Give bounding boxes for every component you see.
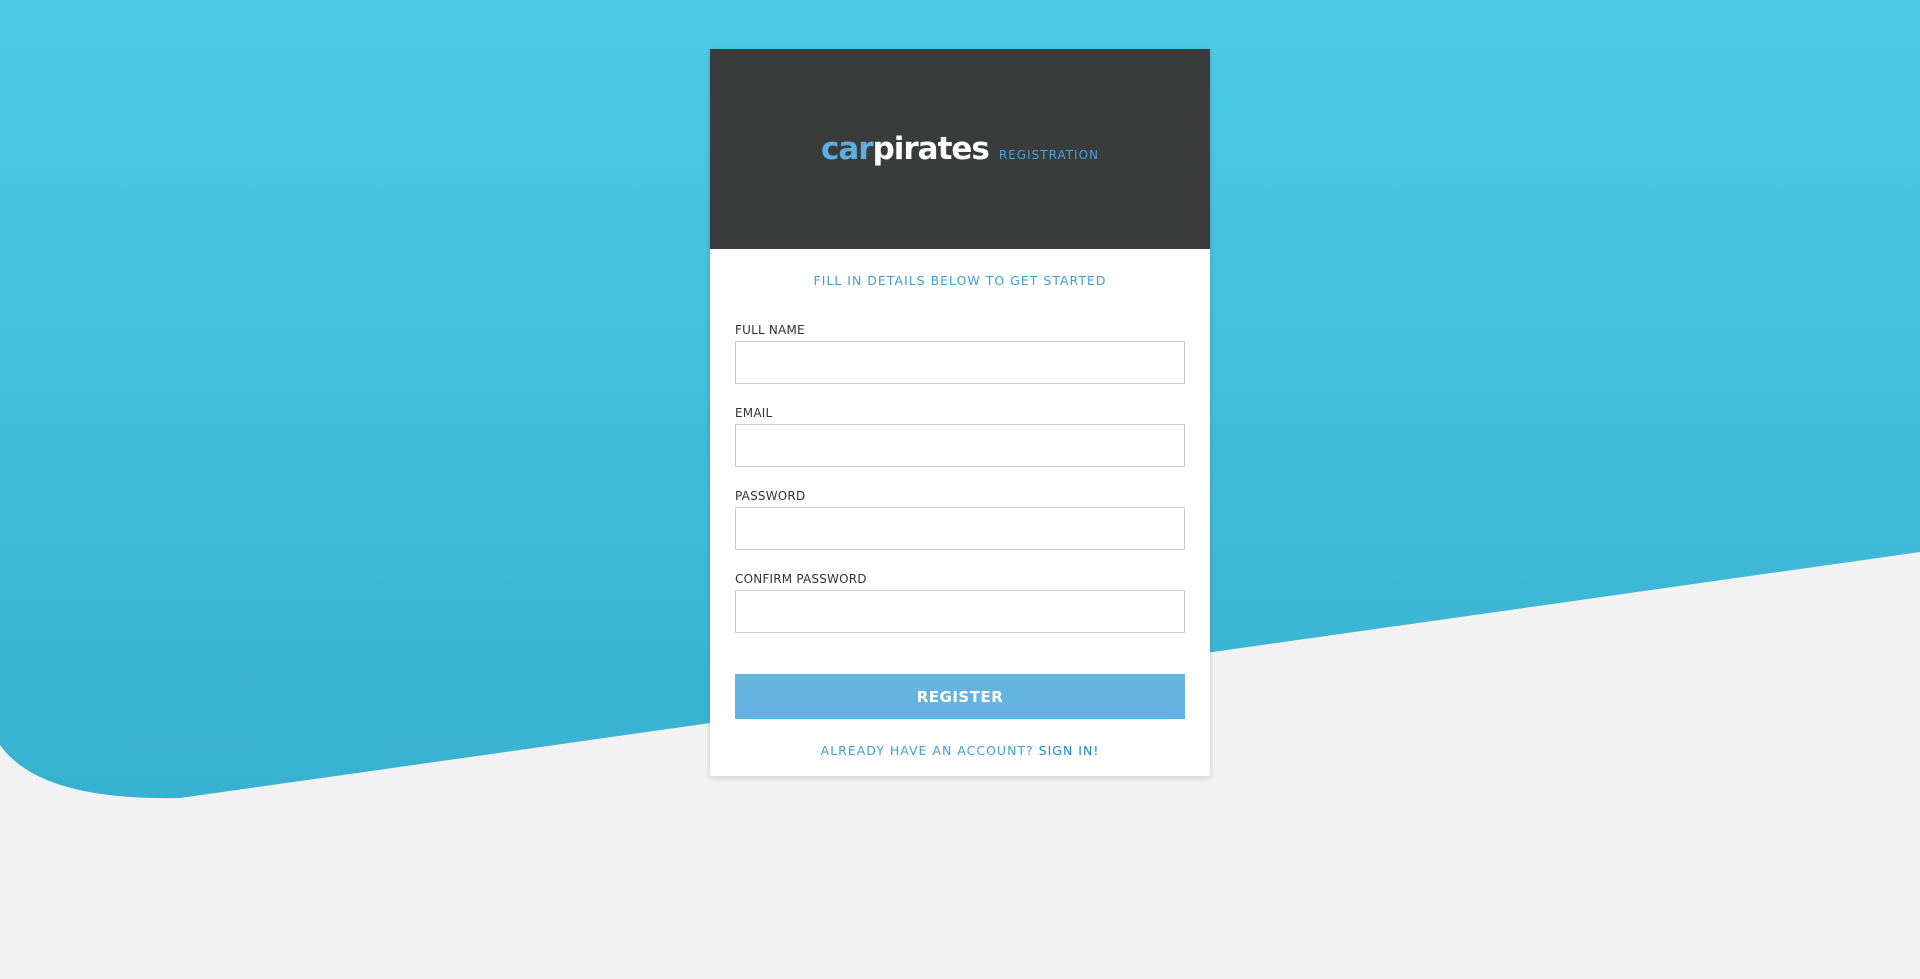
form-intro-text: FILL IN DETAILS BELOW TO GET STARTED — [813, 273, 1107, 288]
password-field-group: PASSWORD — [735, 489, 1185, 550]
confirm-password-input[interactable] — [735, 590, 1185, 633]
signin-prompt-text: ALREADY HAVE AN ACCOUNT? — [820, 743, 1039, 758]
confirm-password-label: CONFIRM PASSWORD — [735, 572, 867, 586]
signin-link[interactable]: SIGN IN! — [1039, 743, 1100, 758]
email-label: EMAIL — [735, 406, 773, 420]
email-field-group: EMAIL — [735, 406, 1185, 467]
logo-text-pirates: pirates — [872, 131, 990, 167]
confirm-password-field-group: CONFIRM PASSWORD — [735, 572, 1185, 633]
logo-subtitle: REGISTRATION — [998, 148, 1100, 162]
password-input[interactable] — [735, 507, 1185, 550]
full-name-input[interactable] — [735, 341, 1185, 384]
full-name-label: FULL NAME — [735, 323, 805, 337]
logo-text-car: car — [820, 131, 874, 167]
full-name-field-group: FULL NAME — [735, 323, 1185, 384]
brand-logo: car pirates REGISTRATION — [821, 131, 1099, 167]
signin-prompt-row: ALREADY HAVE AN ACCOUNT? SIGN IN! — [735, 743, 1185, 758]
registration-form: FILL IN DETAILS BELOW TO GET STARTED FUL… — [710, 249, 1210, 758]
registration-card: car pirates REGISTRATION FILL IN DETAILS… — [710, 49, 1210, 776]
page: car pirates REGISTRATION FILL IN DETAILS… — [0, 0, 1920, 979]
email-input[interactable] — [735, 424, 1185, 467]
card-header: car pirates REGISTRATION — [710, 49, 1210, 249]
password-label: PASSWORD — [735, 489, 806, 503]
register-button[interactable]: REGISTER — [735, 674, 1185, 719]
